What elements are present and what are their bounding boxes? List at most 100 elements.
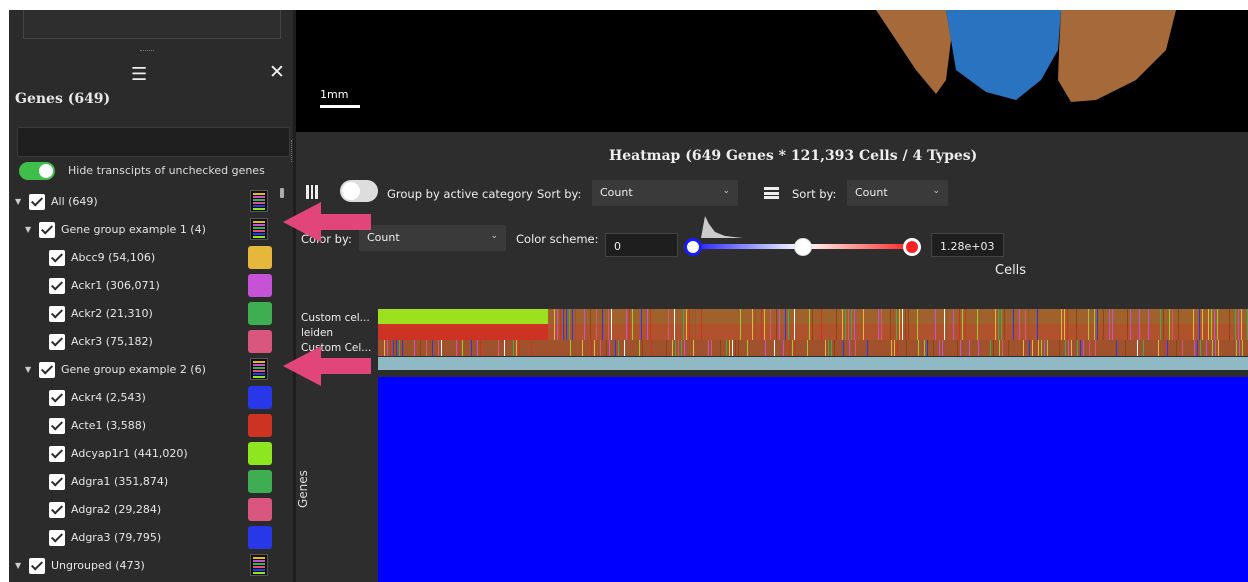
gene-checkbox[interactable]: [39, 222, 55, 238]
annotation-track-3[interactable]: [378, 340, 1248, 356]
gene-tree-row[interactable]: Adgra3 (79,795): [9, 526, 289, 550]
genes-panel: ☰ ✕ Genes (649) Hide transcipts of unche…: [9, 10, 293, 582]
gene-label: Ackr3 (75,182): [71, 335, 153, 348]
multi-color-swatch[interactable]: [250, 554, 268, 576]
heatmap-panel: Heatmap (649 Genes * 121,393 Cells / 4 T…: [296, 132, 1248, 582]
spatial-image-view[interactable]: 1mm: [296, 10, 1248, 132]
menu-icon[interactable]: ☰: [131, 66, 147, 84]
gene-checkbox[interactable]: [29, 194, 45, 210]
close-icon[interactable]: ✕: [269, 63, 285, 82]
color-swatch[interactable]: [248, 302, 272, 325]
scale-min-input[interactable]: 0: [605, 233, 678, 257]
heatmap-title: Heatmap (649 Genes * 121,393 Cells / 4 T…: [609, 148, 978, 164]
cells-axis-label: Cells: [995, 263, 1027, 278]
caret-down-icon[interactable]: ▼: [15, 561, 21, 570]
panel-title: Genes (649): [15, 91, 111, 107]
gene-label: Gene group example 2 (6): [61, 363, 206, 376]
color-swatch[interactable]: [248, 526, 272, 549]
color-swatch[interactable]: [248, 246, 272, 269]
gene-checkbox[interactable]: [49, 502, 65, 518]
color-swatch[interactable]: [248, 386, 272, 409]
gene-checkbox[interactable]: [49, 530, 65, 546]
caret-down-icon[interactable]: ▼: [15, 197, 21, 206]
gene-checkbox[interactable]: [49, 278, 65, 294]
scale-max-handle[interactable]: [903, 238, 921, 256]
color-by-select[interactable]: Count ⌄: [359, 225, 506, 251]
scale-bar: [320, 105, 360, 108]
annotation-track-1[interactable]: [378, 309, 1248, 325]
color-swatch[interactable]: [248, 330, 272, 353]
gene-search-input[interactable]: [17, 127, 290, 157]
gene-tree-row[interactable]: Adcyap1r1 (441,020): [9, 442, 289, 466]
panel-drag-grip[interactable]: [140, 50, 154, 53]
chevron-down-icon: ⌄: [722, 186, 730, 196]
gene-tree-row[interactable]: Abcc9 (54,106): [9, 246, 289, 270]
gene-tree-row[interactable]: Ackr2 (21,310): [9, 302, 289, 326]
gene-checkbox[interactable]: [49, 390, 65, 406]
scale-min-handle[interactable]: [684, 238, 702, 256]
spatial-tissue: [876, 10, 1176, 102]
columns-icon[interactable]: [306, 185, 319, 199]
gene-label: Adcyap1r1 (441,020): [71, 447, 188, 460]
color-scheme-label: Color scheme:: [516, 232, 599, 246]
gene-label: All (649): [51, 195, 98, 208]
sort-by-value-2: Count: [855, 186, 888, 199]
gene-checkbox[interactable]: [29, 558, 45, 574]
splitter-handle[interactable]: [291, 140, 295, 162]
scale-label: 1mm: [320, 88, 349, 101]
color-swatch[interactable]: [248, 442, 272, 465]
gene-tree-row[interactable]: ▼ Gene group example 1 (4): [9, 218, 289, 242]
gene-tree-row[interactable]: ▼ Gene group example 2 (6): [9, 358, 289, 382]
annotation-track-2[interactable]: [378, 324, 1248, 340]
gene-tree-row[interactable]: Ackr3 (75,182): [9, 330, 289, 354]
sort-by-select-1[interactable]: Count ⌄: [592, 180, 738, 206]
multi-color-swatch[interactable]: [250, 190, 268, 212]
gene-checkbox[interactable]: [49, 474, 65, 490]
scale-mid-handle[interactable]: [794, 238, 812, 256]
hide-transcripts-toggle[interactable]: [19, 162, 55, 180]
gene-label: Ackr1 (306,071): [71, 279, 160, 292]
rows-icon[interactable]: [764, 187, 779, 199]
gene-checkbox[interactable]: [49, 418, 65, 434]
gene-tree-row[interactable]: Adgra2 (29,284): [9, 498, 289, 522]
gene-label: Adgra3 (79,795): [71, 531, 162, 544]
gene-label: Ungrouped (473): [51, 559, 145, 572]
gene-tree-row[interactable]: ▼ All (649): [9, 190, 289, 214]
group-by-toggle[interactable]: [340, 180, 378, 202]
gene-tree-row[interactable]: Acte1 (3,588): [9, 414, 289, 438]
gene-tree-row[interactable]: Ackr4 (2,543): [9, 386, 289, 410]
gene-checkbox[interactable]: [49, 250, 65, 266]
gene-tree-row[interactable]: ▼ Ungrouped (473): [9, 554, 289, 578]
multi-color-swatch[interactable]: [250, 358, 268, 380]
heatmap-canvas[interactable]: [378, 377, 1248, 582]
gene-label: Ackr2 (21,310): [71, 307, 153, 320]
color-swatch[interactable]: [248, 498, 272, 521]
track-label-leiden: leiden: [301, 327, 334, 339]
gene-label: Abcc9 (54,106): [71, 251, 156, 264]
color-swatch[interactable]: [248, 470, 272, 493]
gene-checkbox[interactable]: [49, 306, 65, 322]
caret-down-icon[interactable]: ▼: [25, 365, 31, 374]
multi-color-swatch[interactable]: [250, 218, 268, 240]
annotation-track-4[interactable]: [378, 357, 1248, 370]
hide-transcripts-label: Hide transcipts of unchecked genes: [68, 164, 265, 177]
gene-label: Adgra1 (351,874): [71, 475, 169, 488]
genes-axis-label: Genes: [296, 470, 310, 508]
gene-tree-row[interactable]: Adgra1 (351,874): [9, 470, 289, 494]
sort-by-label-1: Sort by:: [537, 187, 582, 201]
gene-checkbox[interactable]: [49, 446, 65, 462]
color-swatch[interactable]: [248, 414, 272, 437]
caret-down-icon[interactable]: ▼: [25, 225, 31, 234]
gene-checkbox[interactable]: [39, 362, 55, 378]
pink-arrow-icon: [283, 202, 371, 242]
chevron-down-icon: ⌄: [490, 231, 498, 241]
chevron-down-icon: ⌄: [932, 186, 940, 196]
scale-min-value: 0: [614, 240, 621, 253]
sort-by-select-2[interactable]: Count ⌄: [847, 180, 948, 206]
color-swatch[interactable]: [248, 274, 272, 297]
gene-tree-row[interactable]: Ackr1 (306,071): [9, 274, 289, 298]
scale-max-input[interactable]: 1.28e+03: [931, 233, 1004, 257]
top-input-box[interactable]: [23, 10, 281, 39]
gene-checkbox[interactable]: [49, 334, 65, 350]
pink-arrow-icon: [283, 346, 371, 386]
